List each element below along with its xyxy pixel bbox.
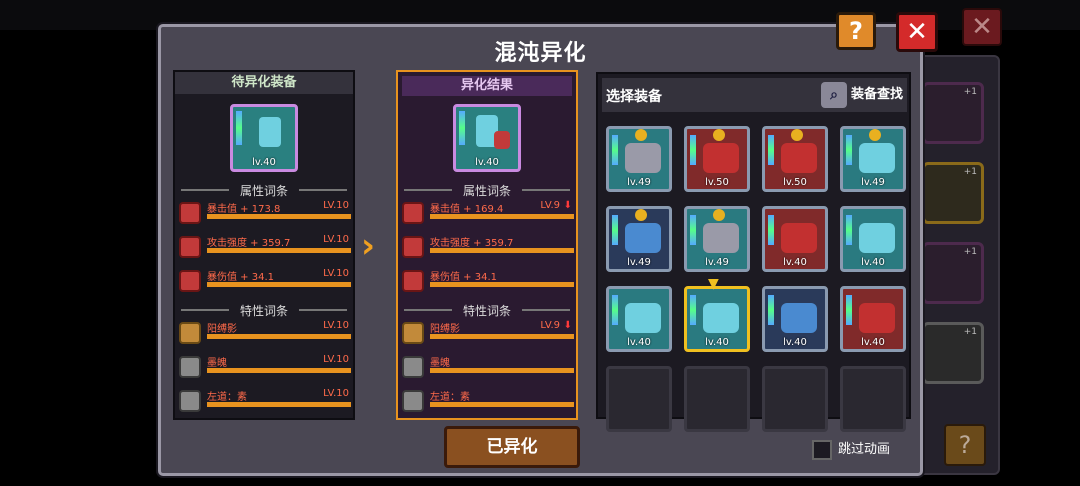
- attr-row: 攻击强度 + 359.7 LV.10: [179, 234, 351, 264]
- sun-icon: [179, 322, 201, 344]
- checkbox[interactable]: [812, 439, 832, 460]
- search-icon: ⌕: [820, 82, 847, 108]
- equipment-slot[interactable]: lv.40: [762, 286, 828, 352]
- crit-icon: [402, 202, 424, 224]
- equipment-slot[interactable]: lv.40: [762, 206, 828, 272]
- trait-row: 墨魄 LV.10: [179, 354, 351, 384]
- attr-section-header: 属性词条: [175, 182, 353, 199]
- trait-row: 阳缚影 LV.10: [179, 320, 351, 350]
- select-title: 选择装备: [606, 89, 662, 105]
- ink-icon: [402, 356, 424, 378]
- ink-icon: [179, 356, 201, 378]
- background-close-icon: ✕: [962, 8, 1002, 46]
- crit-damage-icon: [179, 270, 201, 292]
- equipment-slot[interactable]: lv.50: [762, 126, 828, 192]
- equipment-slot[interactable]: lv.49: [606, 126, 672, 192]
- transformed-button[interactable]: 已异化: [444, 426, 580, 468]
- trait-row: 左道：素: [402, 388, 574, 418]
- empty-slot: [762, 366, 828, 432]
- attr-row: 暴击值 + 169.4 LV.9 ⬇: [402, 200, 574, 230]
- background-slot: +1: [922, 82, 984, 144]
- attack-icon: [179, 236, 201, 258]
- trait-row: 墨魄: [402, 354, 574, 384]
- level-down-icon: ⬇: [563, 200, 572, 211]
- trait-row: 阳缚影 LV.9 ⬇: [402, 320, 574, 350]
- background-slot: +1: [922, 242, 984, 304]
- source-item-icon[interactable]: lv.40: [230, 104, 298, 172]
- result-panel: 异化结果 lv.40 属性词条 暴击值 + 169.4 LV.9 ⬇ 攻击强度 + …: [396, 70, 578, 420]
- source-equipment-panel: 待异化装备 lv.40 属性词条 暴击值 + 173.8 LV.10 攻击强度 +…: [173, 70, 355, 420]
- empty-slot: [606, 366, 672, 432]
- selected-marker-icon: ▼: [708, 276, 719, 292]
- crit-damage-icon: [402, 270, 424, 292]
- trait-row: 左道：素 LV.10: [179, 388, 351, 418]
- equipment-slot[interactable]: lv.40: [840, 206, 906, 272]
- crit-icon: [179, 202, 201, 224]
- level-down-icon: ⬇: [563, 320, 572, 331]
- equipment-search-button[interactable]: ⌕ 装备查找: [820, 82, 903, 108]
- attr-row: 暴伤值 + 34.1 LV.10: [179, 268, 351, 298]
- sun-icon: [402, 322, 424, 344]
- background-slot: +1: [922, 162, 984, 224]
- help-button[interactable]: ?: [836, 12, 876, 50]
- equipment-slot[interactable]: lv.49: [840, 126, 906, 192]
- panel-header: 待异化装备: [175, 72, 353, 94]
- select-header: 选择装备 ⌕ 装备查找: [602, 78, 907, 112]
- attack-icon: [402, 236, 424, 258]
- empty-slot: [684, 366, 750, 432]
- close-button[interactable]: ✕: [896, 12, 938, 52]
- attr-section-header: 属性词条: [398, 182, 576, 199]
- empty-slot: [840, 366, 906, 432]
- background-help-icon: ?: [944, 424, 986, 466]
- equipment-slot[interactable]: lv.50: [684, 126, 750, 192]
- skip-animation-toggle[interactable]: 跳过动画: [812, 438, 890, 460]
- attr-row: 暴伤值 + 34.1: [402, 268, 574, 298]
- dialog-title: 混沌异化: [494, 41, 587, 66]
- attr-row: 攻击强度 + 359.7: [402, 234, 574, 264]
- trait-section-header: 特性词条: [175, 302, 353, 319]
- result-item-icon[interactable]: lv.40: [453, 104, 521, 172]
- left-path-icon: [179, 390, 201, 412]
- background-slot: +1: [922, 322, 984, 384]
- equipment-slot-selected[interactable]: lv.40: [684, 286, 750, 352]
- attr-row: 暴击值 + 173.8 LV.10: [179, 200, 351, 230]
- equipment-slot[interactable]: lv.40: [606, 286, 672, 352]
- equipment-slot[interactable]: lv.49: [606, 206, 672, 272]
- equipment-slot[interactable]: lv.49: [684, 206, 750, 272]
- trait-section-header: 特性词条: [398, 302, 576, 319]
- chevron-right-icon: ›: [361, 226, 376, 266]
- panel-header: 异化结果: [402, 76, 572, 96]
- left-path-icon: [402, 390, 424, 412]
- equipment-slot[interactable]: lv.40: [840, 286, 906, 352]
